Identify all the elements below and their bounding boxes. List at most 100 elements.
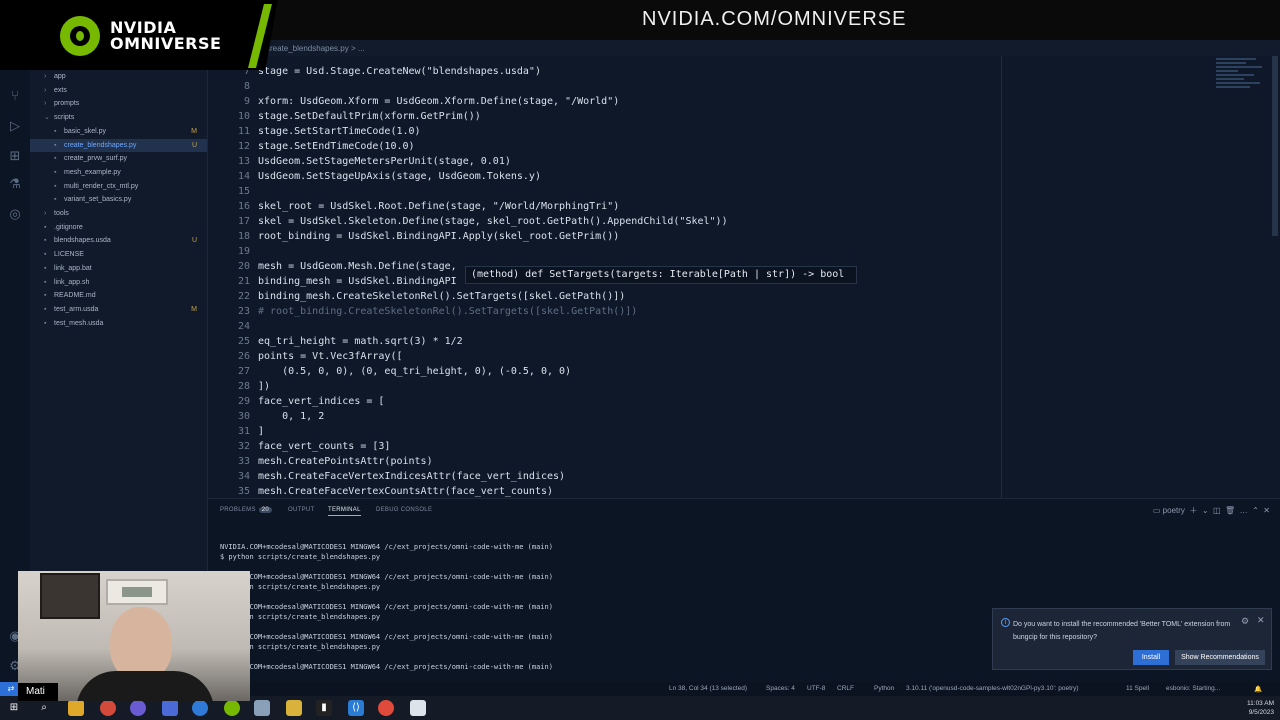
omniverse-launcher-icon[interactable] [224,700,240,716]
notepad-icon[interactable] [410,700,426,716]
search-icon[interactable]: ⌕ [36,700,52,716]
code-line[interactable]: mesh.CreatePointsAttr(points) [258,456,433,467]
tree-file[interactable]: ▪ multi_render_ctx_mtl.py [30,180,207,193]
code-line[interactable]: mesh.CreateFaceVertexIndicesAttr(face_ve… [258,471,565,482]
spell-check[interactable]: 11 Spell [1126,685,1149,692]
code-line[interactable]: binding_mesh.CreateSkeletonRel().SetTarg… [258,291,625,302]
line-number: 12 [237,141,250,152]
code-line[interactable]: face_vert_indices = [ [258,396,384,407]
system-clock[interactable]: 11:03 AM 9/5/2023 [1247,699,1274,717]
browser-icon[interactable] [130,700,146,716]
code-line[interactable]: skel = UsdSkel.Skeleton.Define(stage, sk… [258,216,728,227]
tab-debug-console[interactable]: DEBUG CONSOLE [376,507,432,513]
code-line[interactable]: stage.SetDefaultPrim(xform.GetPrim()) [258,111,481,122]
code-line[interactable]: points = Vt.Vec3fArray([ [258,351,403,362]
more-icon[interactable]: … [1237,506,1248,515]
close-panel-icon[interactable]: ✕ [1261,506,1270,515]
code-line[interactable]: stage.SetStartTimeCode(1.0) [258,126,421,137]
git-status-badge: U [191,141,197,149]
tree-folder[interactable]: › app [30,70,207,83]
notification-settings-icon[interactable]: ⚙ [1241,617,1249,627]
windows-start-icon[interactable]: ⊞ [6,700,22,716]
tree-file[interactable]: ▪ mesh_example.py [30,166,207,179]
code-line[interactable]: (0.5, 0, 0), (0, eq_tri_height, 0), (-0.… [258,366,571,377]
tree-file[interactable]: ▪ create_prvw_surf.py [30,152,207,165]
tree-file[interactable]: ▪ blendshapes.usda U [30,234,207,247]
tree-file[interactable]: ▪ link_app.bat [30,262,207,275]
terminal-prompt: NVIDIA.COM+mcodesal@MATICODES1 MINGW64 /… [220,603,553,611]
app-icon[interactable] [286,700,302,716]
esbonio-status[interactable]: esbonio: Starting... [1166,685,1220,692]
file-explorer-icon[interactable] [68,700,84,716]
install-button[interactable]: Install [1133,650,1169,665]
code-line[interactable]: stage = Usd.Stage.CreateNew("blendshapes… [258,66,541,77]
vscode-icon[interactable]: ⟨⟩ [348,700,364,716]
source-control-icon[interactable]: ⑂ [6,88,24,106]
new-terminal-icon[interactable]: ＋ [1187,506,1197,515]
minimap[interactable] [1216,56,1272,116]
cursor-position[interactable]: Ln 38, Col 34 (13 selected) [669,685,747,692]
tree-file[interactable]: ▪ README.md [30,289,207,302]
code-line[interactable]: ] [258,426,264,437]
notifications-bell-icon[interactable]: 🔔 [1254,685,1262,693]
tree-folder[interactable]: › exts [30,84,207,97]
terminal-shell-icon[interactable]: ▭ [1153,506,1161,515]
code-line[interactable]: 0, 1, 2 [258,411,324,422]
chevron-right-icon: › [44,210,47,217]
editor-scrollbar[interactable] [1272,56,1278,236]
tree-file[interactable]: ▪ basic_skel.py M [30,125,207,138]
maximize-icon[interactable]: ⌃ [1250,506,1259,515]
dropdown-icon[interactable]: ⌄ [1200,506,1209,515]
code-line[interactable]: stage.SetEndTimeCode(10.0) [258,141,415,152]
chrome-icon[interactable] [100,700,116,716]
teams-icon[interactable] [162,700,178,716]
app-icon[interactable] [254,700,270,716]
code-line[interactable]: face_vert_counts = [3] [258,441,390,452]
tree-file[interactable]: ▪ link_app.sh [30,276,207,289]
tree-file[interactable]: ▪ create_blendshapes.py U [30,138,207,152]
tab-terminal[interactable]: TERMINAL [328,507,361,516]
tree-folder[interactable]: ⌄ scripts [30,111,207,124]
show-recommendations-button[interactable]: Show Recommendations [1175,650,1265,665]
code-line[interactable]: xform: UsdGeom.Xform = UsdGeom.Xform.Def… [258,96,619,107]
code-line[interactable]: root_binding = UsdSkel.BindingAPI.Apply(… [258,231,619,242]
tree-folder[interactable]: › prompts [30,97,207,110]
info-icon: i [1001,618,1010,627]
tree-file[interactable]: ▪ LICENSE [30,248,207,261]
code-line[interactable]: ]) [258,381,270,392]
split-terminal-icon[interactable]: ◫ [1211,506,1221,515]
tree-file[interactable]: ▪ test_arm.usda M [30,303,207,316]
tree-file[interactable]: ▪ test_mesh.usda [30,317,207,330]
language-mode[interactable]: Python [874,685,894,692]
terminal-shell-name[interactable]: poetry [1163,506,1185,515]
line-ending[interactable]: CRLF [837,685,854,692]
tab-output[interactable]: OUTPUT [288,507,314,513]
code-line[interactable]: skel_root = UsdSkel.Root.Define(stage, "… [258,201,619,212]
app-icon[interactable] [192,700,208,716]
run-debug-icon[interactable]: ▷ [6,118,24,136]
code-line[interactable]: mesh.CreateFaceVertexCountsAttr(face_ver… [258,486,553,497]
code-line[interactable]: # root_binding.CreateSkeletonRel().SetTa… [258,306,637,317]
trash-icon[interactable]: 🗑 [1223,506,1235,515]
indentation[interactable]: Spaces: 4 [766,685,795,692]
chrome-icon[interactable] [378,700,394,716]
code-line[interactable]: binding_mesh = UsdSkel.BindingAPI [258,276,457,287]
tab-problems[interactable]: PROBLEMS 20 [220,507,273,513]
terminal-icon[interactable]: ▮ [316,700,332,716]
code-line[interactable]: eq_tri_height = math.sqrt(3) * 1/2 [258,336,463,347]
close-icon[interactable]: ✕ [1257,616,1265,626]
tree-item-label: link_app.sh [54,278,90,286]
tree-file[interactable]: ▪ variant_set_basics.py [30,193,207,206]
extensions-icon[interactable]: ⊞ [6,148,24,166]
tree-folder[interactable]: › tools [30,207,207,220]
breadcrumb[interactable]: create_blendshapes.py > ... [262,40,1280,56]
code-line[interactable]: mesh = UsdGeom.Mesh.Define(stage, [258,261,457,272]
tree-file[interactable]: ▪ .gitignore [30,221,207,234]
remote-explorer-icon[interactable]: ◎ [6,206,24,224]
code-line[interactable]: UsdGeom.SetStageUpAxis(stage, UsdGeom.To… [258,171,541,182]
code-line[interactable]: UsdGeom.SetStageMetersPerUnit(stage, 0.0… [258,156,511,167]
encoding[interactable]: UTF-8 [807,685,825,692]
python-interpreter[interactable]: 3.10.11 ('openusd-code-samples-wlt02nGPl… [906,685,1079,692]
testing-icon[interactable]: ⚗ [6,176,24,194]
panel-actions: ▭ poetry ＋ ⌄ ◫ 🗑 … ⌃ ✕ [1153,505,1270,516]
